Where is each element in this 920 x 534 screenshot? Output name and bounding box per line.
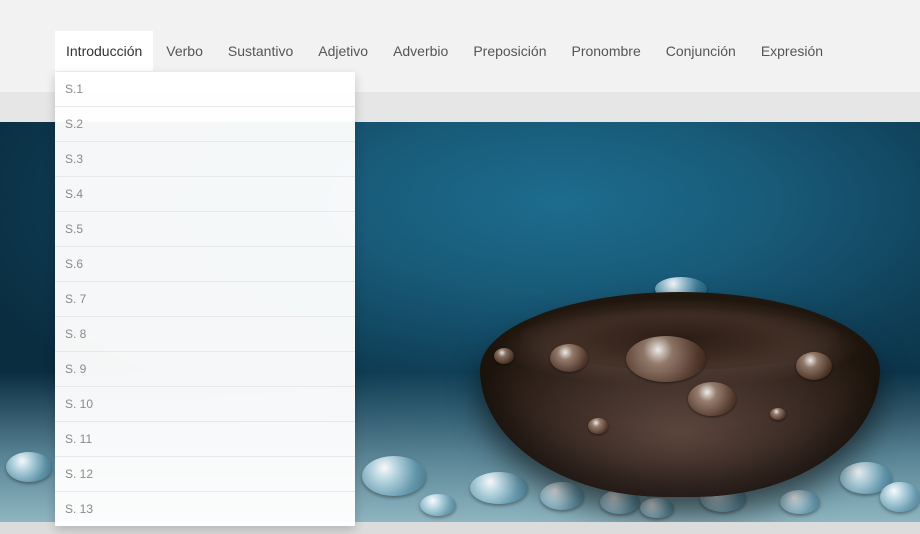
introduccion-dropdown-menu: S.1 S.2 S.3 S.4 S.5 S.6 S. 7 S. 8 S. 9 S… <box>55 72 355 526</box>
nav-item-adjetivo[interactable]: Adjetivo <box>306 31 380 71</box>
dropdown-item-s4[interactable]: S.4 <box>55 177 355 212</box>
water-droplet <box>796 352 832 380</box>
coffee-bean-image <box>480 292 880 497</box>
nav-item-sustantivo[interactable]: Sustantivo <box>216 31 305 71</box>
water-droplet <box>550 344 588 372</box>
water-droplet <box>6 452 52 482</box>
water-droplet <box>688 382 736 416</box>
water-droplet <box>880 482 920 512</box>
nav-item-adverbio[interactable]: Adverbio <box>381 31 460 71</box>
water-droplet <box>770 408 786 420</box>
dropdown-item-s2[interactable]: S.2 <box>55 107 355 142</box>
dropdown-item-s7[interactable]: S. 7 <box>55 282 355 317</box>
dropdown-item-s12[interactable]: S. 12 <box>55 457 355 492</box>
water-droplet <box>626 336 706 382</box>
main-nav: Introducción Verbo Sustantivo Adjetivo A… <box>55 31 836 71</box>
nav-item-conjuncion[interactable]: Conjunción <box>654 31 748 71</box>
water-droplet <box>540 482 584 510</box>
nav-item-verbo[interactable]: Verbo <box>154 31 215 71</box>
water-droplet <box>420 494 456 516</box>
dropdown-item-s11[interactable]: S. 11 <box>55 422 355 457</box>
dropdown-item-s1[interactable]: S.1 <box>55 72 355 107</box>
water-droplet <box>588 418 608 434</box>
dropdown-item-s3[interactable]: S.3 <box>55 142 355 177</box>
dropdown-item-s6[interactable]: S.6 <box>55 247 355 282</box>
dropdown-item-s5[interactable]: S.5 <box>55 212 355 247</box>
dropdown-item-s8[interactable]: S. 8 <box>55 317 355 352</box>
water-droplet <box>362 456 426 496</box>
water-droplet <box>470 472 528 504</box>
water-droplet <box>494 348 514 364</box>
dropdown-item-s10[interactable]: S. 10 <box>55 387 355 422</box>
water-droplet <box>640 498 674 518</box>
water-droplet <box>780 490 820 514</box>
nav-item-expresion[interactable]: Expresión <box>749 31 835 71</box>
dropdown-item-s9[interactable]: S. 9 <box>55 352 355 387</box>
nav-item-pronombre[interactable]: Pronombre <box>559 31 652 71</box>
nav-item-preposicion[interactable]: Preposición <box>461 31 558 71</box>
dropdown-item-s13[interactable]: S. 13 <box>55 492 355 526</box>
page: Introducción Verbo Sustantivo Adjetivo A… <box>0 0 920 534</box>
nav-item-introduccion[interactable]: Introducción <box>55 31 154 71</box>
